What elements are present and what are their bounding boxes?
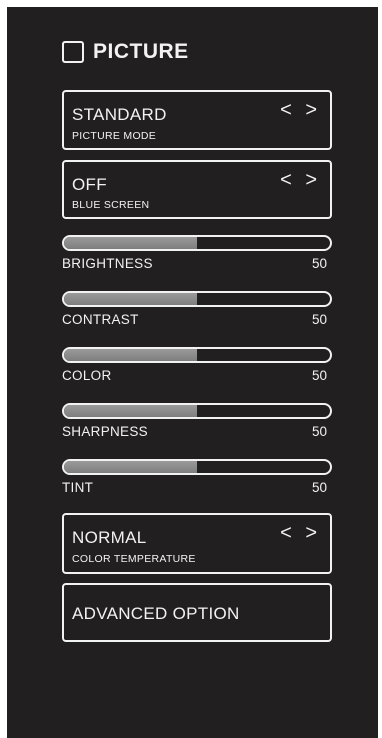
slider-label: COLOR bbox=[62, 368, 112, 383]
slider-fill bbox=[64, 461, 197, 473]
slider-track[interactable] bbox=[62, 459, 332, 475]
picture-mode-value: STANDARD bbox=[72, 105, 167, 124]
slider-value: 50 bbox=[311, 256, 327, 271]
slider-track[interactable] bbox=[62, 291, 332, 307]
slider-label: BRIGHTNESS bbox=[62, 256, 153, 271]
color-temperature-value: NORMAL bbox=[72, 528, 147, 547]
slider-fill bbox=[64, 405, 197, 417]
slider-track[interactable] bbox=[62, 403, 332, 419]
blue-screen-value: OFF bbox=[72, 175, 107, 194]
slider-value: 50 bbox=[311, 424, 327, 439]
slider-value: 50 bbox=[311, 480, 327, 495]
slider-value: 50 bbox=[311, 368, 327, 383]
picture-mode-label: PICTURE MODE bbox=[72, 130, 157, 142]
slider-label: SHARPNESS bbox=[62, 424, 148, 439]
blue-screen-selector[interactable]: OFF BLUE SCREEN < > bbox=[62, 160, 332, 219]
slider-value: 50 bbox=[311, 312, 327, 327]
color-temperature-label: COLOR TEMPERATURE bbox=[72, 553, 196, 565]
left-right-arrows-icon[interactable]: < > bbox=[280, 169, 321, 192]
slider-track[interactable] bbox=[62, 347, 332, 363]
advanced-option-label: ADVANCED OPTION bbox=[72, 604, 240, 623]
advanced-option-button[interactable]: ADVANCED OPTION bbox=[62, 583, 332, 642]
slider-fill bbox=[64, 237, 197, 249]
left-right-arrows-icon[interactable]: < > bbox=[280, 99, 321, 122]
slider-track[interactable] bbox=[62, 235, 332, 251]
left-right-arrows-icon[interactable]: < > bbox=[280, 522, 321, 545]
slider-label: TINT bbox=[62, 480, 94, 495]
slider-fill bbox=[64, 349, 197, 361]
menu-header: PICTURE bbox=[62, 40, 189, 64]
color-temperature-selector[interactable]: NORMAL COLOR TEMPERATURE < > bbox=[62, 513, 332, 574]
picture-mode-selector[interactable]: STANDARD PICTURE MODE < > bbox=[62, 90, 332, 150]
slider-fill bbox=[64, 293, 197, 305]
blue-screen-label: BLUE SCREEN bbox=[72, 199, 150, 211]
checkbox-icon bbox=[62, 41, 84, 63]
menu-title: PICTURE bbox=[93, 40, 189, 63]
slider-label: CONTRAST bbox=[62, 312, 139, 327]
